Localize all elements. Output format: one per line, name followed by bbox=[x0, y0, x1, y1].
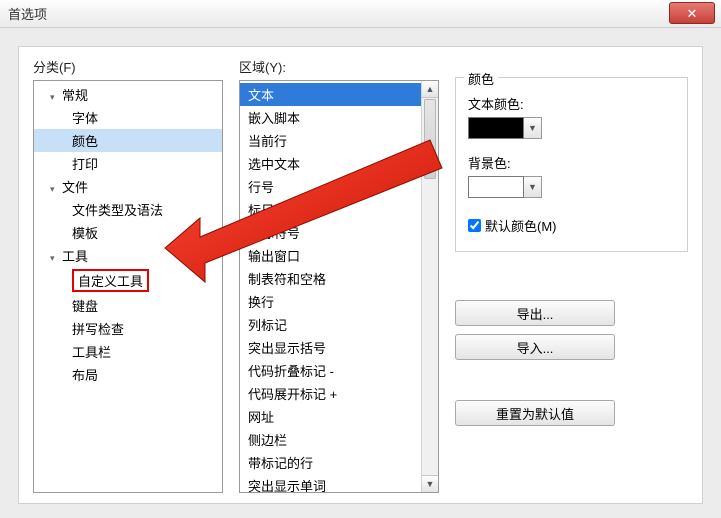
color-group-label: 颜色 bbox=[464, 69, 498, 88]
region-item[interactable]: 列标记 bbox=[240, 313, 421, 336]
category-item[interactable]: 拼写检查 bbox=[34, 317, 222, 340]
default-color-label: 默认颜色(M) bbox=[485, 216, 557, 235]
text-color-label: 文本颜色: bbox=[468, 94, 675, 113]
category-item[interactable]: 自定义工具 bbox=[34, 267, 222, 294]
close-button[interactable]: ✕ bbox=[669, 2, 715, 24]
region-scrollbar[interactable]: ▲ ▼ bbox=[421, 81, 438, 492]
region-item[interactable]: 换行 bbox=[240, 290, 421, 313]
category-tree[interactable]: 常规字体颜色打印文件文件类型及语法模板工具自定义工具键盘拼写检查工具栏布局 bbox=[33, 80, 223, 493]
category-item[interactable]: 颜色 bbox=[34, 129, 222, 152]
region-item[interactable]: 当前行 bbox=[240, 129, 421, 152]
region-item[interactable]: 嵌入脚本 bbox=[240, 106, 421, 129]
region-item[interactable]: 代码展开标记 + bbox=[240, 382, 421, 405]
region-item[interactable]: 网址 bbox=[240, 405, 421, 428]
scroll-up-icon[interactable]: ▲ bbox=[422, 81, 438, 98]
titlebar: 首选项 ✕ bbox=[0, 0, 721, 28]
category-item[interactable]: 常规 bbox=[34, 83, 222, 106]
region-item[interactable]: 光标符号 bbox=[240, 221, 421, 244]
category-item[interactable]: 键盘 bbox=[34, 294, 222, 317]
region-item[interactable]: 代码折叠标记 - bbox=[240, 359, 421, 382]
region-item[interactable]: 侧边栏 bbox=[240, 428, 421, 451]
bg-color-label: 背景色: bbox=[468, 153, 675, 172]
color-group: 颜色 文本颜色: ▼ 背景色: ▼ 默认颜色(M) bbox=[455, 77, 688, 252]
category-item[interactable]: 打印 bbox=[34, 152, 222, 175]
category-label: 分类(F) bbox=[33, 57, 223, 76]
scroll-thumb[interactable] bbox=[424, 99, 436, 179]
category-item[interactable]: 模板 bbox=[34, 221, 222, 244]
region-item[interactable]: 带标记的行 bbox=[240, 451, 421, 474]
category-item[interactable]: 文件 bbox=[34, 175, 222, 198]
category-item[interactable]: 工具栏 bbox=[34, 340, 222, 363]
region-list[interactable]: 文本嵌入脚本当前行选中文本行号标尺光标符号输出窗口制表符和空格换行列标记突出显示… bbox=[239, 80, 439, 493]
category-item[interactable]: 字体 bbox=[34, 106, 222, 129]
region-item[interactable]: 突出显示单词 bbox=[240, 474, 421, 493]
region-item[interactable]: 选中文本 bbox=[240, 152, 421, 175]
region-item[interactable]: 标尺 bbox=[240, 198, 421, 221]
text-color-well[interactable] bbox=[468, 117, 524, 139]
category-item[interactable]: 布局 bbox=[34, 363, 222, 386]
region-item[interactable]: 行号 bbox=[240, 175, 421, 198]
highlighted-category: 自定义工具 bbox=[72, 269, 149, 292]
import-button[interactable]: 导入... bbox=[455, 334, 615, 360]
text-color-dropdown[interactable]: ▼ bbox=[524, 117, 542, 139]
default-color-checkbox-row[interactable]: 默认颜色(M) bbox=[468, 216, 675, 235]
category-item[interactable]: 工具 bbox=[34, 244, 222, 267]
region-item[interactable]: 输出窗口 bbox=[240, 244, 421, 267]
export-button[interactable]: 导出... bbox=[455, 300, 615, 326]
scroll-down-icon[interactable]: ▼ bbox=[422, 475, 438, 492]
content-panel: 分类(F) 常规字体颜色打印文件文件类型及语法模板工具自定义工具键盘拼写检查工具… bbox=[18, 46, 703, 504]
bg-color-well[interactable] bbox=[468, 176, 524, 198]
region-item[interactable]: 制表符和空格 bbox=[240, 267, 421, 290]
close-icon: ✕ bbox=[687, 7, 698, 20]
region-item[interactable]: 文本 bbox=[240, 83, 421, 106]
region-label: 区域(Y): bbox=[239, 57, 439, 76]
category-item[interactable]: 文件类型及语法 bbox=[34, 198, 222, 221]
bg-color-dropdown[interactable]: ▼ bbox=[524, 176, 542, 198]
default-color-checkbox[interactable] bbox=[468, 219, 481, 232]
window-title: 首选项 bbox=[8, 4, 47, 23]
region-item[interactable]: 突出显示括号 bbox=[240, 336, 421, 359]
reset-button[interactable]: 重置为默认值 bbox=[455, 400, 615, 426]
